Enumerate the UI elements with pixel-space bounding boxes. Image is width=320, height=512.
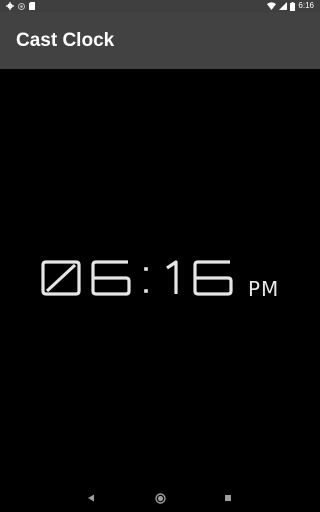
battery-icon — [290, 1, 296, 11]
wifi-icon — [267, 2, 277, 10]
status-right-icons: 6:16 — [267, 0, 314, 12]
settings-icon — [6, 2, 14, 10]
status-left-icons — [6, 0, 35, 12]
sd-card-icon — [29, 2, 35, 10]
clock-digit: 6 — [91, 260, 131, 296]
clock-digit: 1 — [166, 260, 178, 294]
status-bar: 6:16 — [0, 0, 320, 12]
circle-icon — [18, 2, 25, 10]
clock-digits: 06:16PM — [41, 260, 279, 301]
screen: 6:16 Cast Clock 06:16PM — [0, 0, 320, 512]
app-bar: Cast Clock — [0, 12, 320, 69]
recents-icon — [225, 495, 231, 501]
clock-display: 06:16PM — [0, 250, 320, 310]
clock-digit: 0 — [41, 260, 81, 296]
nav-bar — [0, 484, 320, 512]
back-icon — [88, 494, 94, 502]
home-icon — [154, 492, 166, 504]
clock-digit: 6 — [193, 260, 233, 296]
app-title: Cast Clock — [16, 30, 115, 51]
clock-period: PM — [248, 277, 279, 301]
recents-button[interactable] — [222, 492, 234, 504]
back-button[interactable] — [85, 492, 97, 504]
clock-separator: : — [144, 267, 148, 293]
cell-signal-icon — [279, 2, 288, 10]
status-time: 6:16 — [298, 1, 314, 10]
home-button[interactable] — [154, 492, 166, 504]
